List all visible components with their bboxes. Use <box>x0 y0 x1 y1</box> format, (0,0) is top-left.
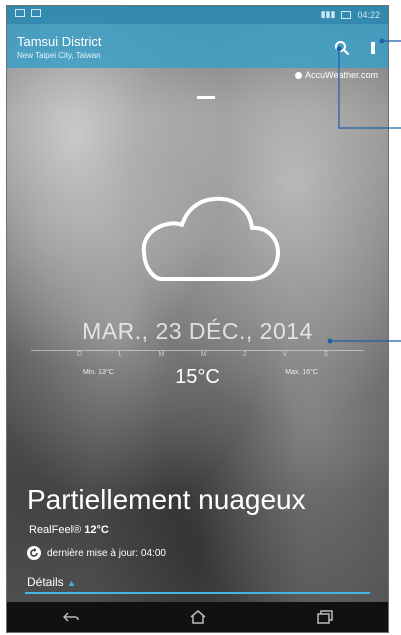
page-frame: ▮▮▮ 04:22 Tamsui District New Taipei Cit… <box>0 0 401 635</box>
annotation-lines <box>327 38 401 344</box>
